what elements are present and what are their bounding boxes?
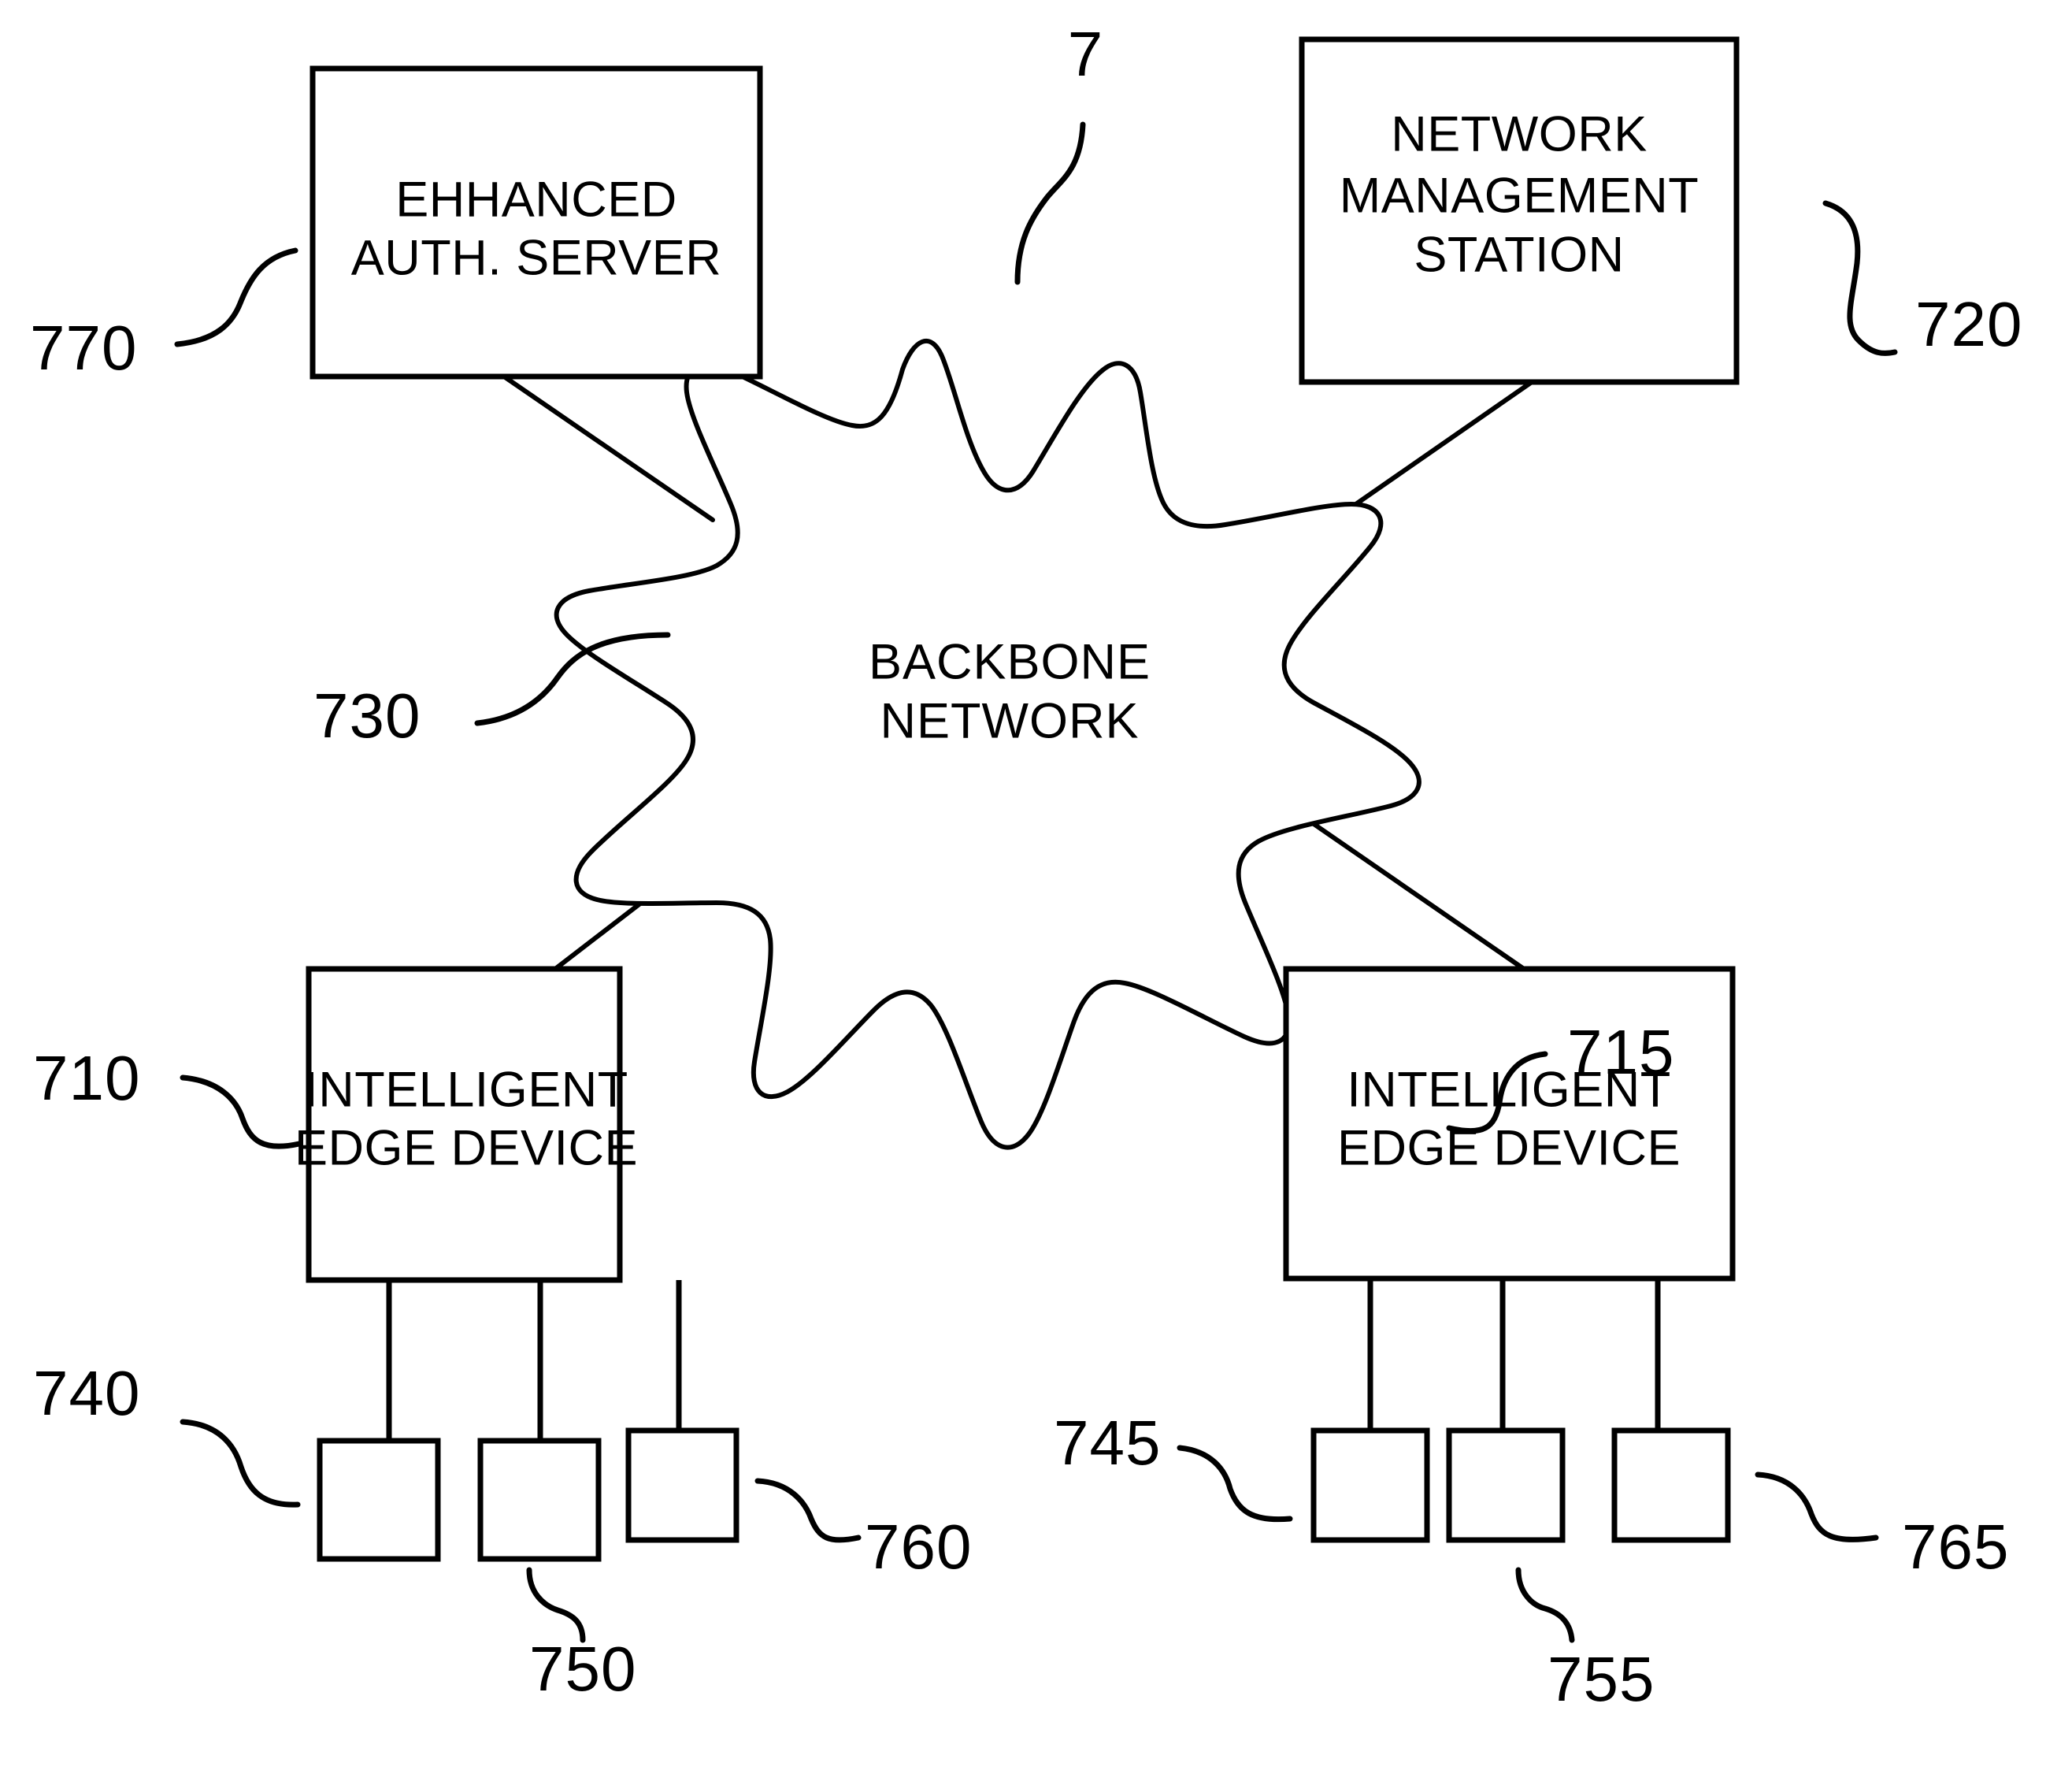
ref-num-765: 765 xyxy=(1902,1512,2009,1582)
intelligent-edge-device-left-node: INTELLIGENT EDGE DEVICE xyxy=(295,966,638,1283)
ref-710-leader xyxy=(180,1074,302,1149)
ref-num-770: 770 xyxy=(30,313,137,383)
ref-num-715: 715 xyxy=(1567,1017,1674,1087)
backbone-network-label-line1: BACKBONE xyxy=(869,635,1151,690)
ref-num-760: 760 xyxy=(865,1512,972,1582)
endpoint-box-760 xyxy=(625,1427,739,1543)
ref-770-leader xyxy=(174,247,298,347)
figure-number-group: 7 xyxy=(1014,19,1103,285)
ref-num-730: 730 xyxy=(313,681,421,751)
ied-left-label-line2: EDGE DEVICE xyxy=(295,1121,638,1176)
left-endpoint-drop-lines xyxy=(386,1280,682,1441)
ref-710-group: 710 xyxy=(33,1043,302,1149)
endpoint-box-755 xyxy=(1446,1427,1566,1543)
nms-label-line1: NETWORK xyxy=(1391,107,1647,162)
ref-num-750: 750 xyxy=(529,1634,636,1704)
endpoint-box-740 xyxy=(317,1438,441,1562)
ref-720-leader xyxy=(1822,200,1898,356)
ref-num-745: 745 xyxy=(1054,1408,1161,1478)
endpoint-box-745 xyxy=(1310,1427,1430,1543)
ref-755-leader xyxy=(1515,1567,1575,1643)
enhanced-auth-server-label-line1: EHHANCED xyxy=(395,173,677,228)
intelligent-edge-device-right-node: INTELLIGENT EDGE DEVICE xyxy=(1283,966,1736,1282)
ref-745-leader xyxy=(1177,1445,1293,1523)
ref-770-group: 770 xyxy=(30,247,298,383)
diagram-canvas: EHHANCED AUTH. SERVER NETWORK MANAGEMENT… xyxy=(30,19,2022,1714)
ref-745-group: 745 xyxy=(1054,1408,1293,1523)
figure-number-leader xyxy=(1014,121,1086,285)
link-right-ied-to-backbone xyxy=(1293,809,1526,971)
endpoint-box-750 xyxy=(477,1438,602,1562)
ref-765-leader xyxy=(1755,1471,1879,1542)
ref-num-740: 740 xyxy=(33,1358,140,1428)
ref-755-group: 755 xyxy=(1515,1567,1655,1714)
nms-label-line3: STATION xyxy=(1414,228,1624,283)
nms-label-line2: MANAGEMENT xyxy=(1340,169,1699,224)
ref-740-leader xyxy=(180,1419,301,1508)
ref-760-leader xyxy=(754,1478,862,1543)
endpoint-box-765 xyxy=(1611,1427,1731,1543)
ied-right-label-line2: EDGE DEVICE xyxy=(1337,1121,1681,1176)
right-endpoint-boxes xyxy=(1310,1427,1731,1543)
ref-750-leader xyxy=(526,1567,586,1643)
enhanced-auth-server-node: EHHANCED AUTH. SERVER xyxy=(310,65,763,380)
ref-num-720: 720 xyxy=(1915,289,2022,359)
ref-740-group: 740 xyxy=(33,1358,301,1508)
ref-720-group: 720 xyxy=(1822,200,2022,359)
backbone-network-label-line2: NETWORK xyxy=(880,694,1140,749)
ied-left-label-line1: INTELLIGENT xyxy=(304,1063,628,1118)
right-endpoint-drop-lines xyxy=(1367,1278,1661,1431)
figure-number: 7 xyxy=(1068,19,1103,89)
link-auth-server-to-backbone xyxy=(502,374,715,522)
patent-figure-diagram: EHHANCED AUTH. SERVER NETWORK MANAGEMENT… xyxy=(0,0,2072,1785)
enhanced-auth-server-label-line2: AUTH. SERVER xyxy=(351,231,721,286)
left-endpoint-boxes xyxy=(317,1427,739,1562)
ref-750-group: 750 xyxy=(526,1567,636,1704)
ref-760-group: 760 xyxy=(754,1478,972,1582)
ref-num-755: 755 xyxy=(1548,1644,1655,1714)
ref-num-710: 710 xyxy=(33,1043,140,1113)
ref-765-group: 765 xyxy=(1755,1471,2009,1582)
network-management-station-node: NETWORK MANAGEMENT STATION xyxy=(1299,36,1740,385)
link-nms-to-backbone xyxy=(1336,380,1534,518)
